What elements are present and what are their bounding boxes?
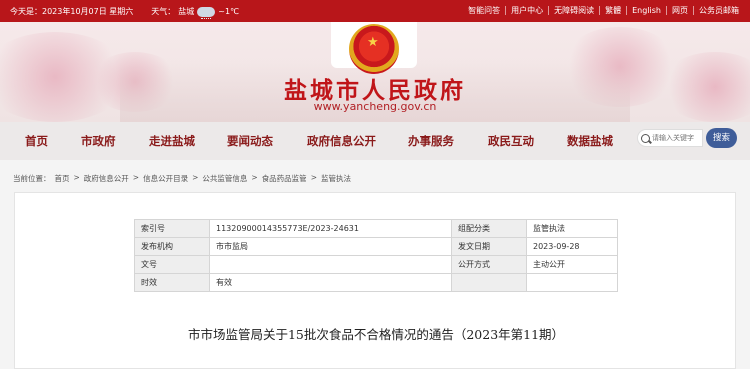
top-links: 智能问答 用户中心 无障碍阅读 繁體 English 网页 公务员邮箱 [463, 5, 744, 16]
nav-item-city-government[interactable]: 市政府 [81, 133, 116, 149]
table-row: 发布机构 市市监局 发文日期 2023-09-28 [134, 237, 618, 256]
disclosure-method-label: 公开方式 [451, 255, 527, 274]
link-traditional-chinese[interactable]: 繁體 [600, 5, 626, 16]
link-smart-qa[interactable]: 智能问答 [463, 5, 505, 16]
metadata-table: 索引号 11320900014355773E/2023-24631 组配分类 监… [134, 219, 618, 292]
search-input[interactable] [652, 134, 706, 142]
breadcrumb-separator: > [251, 173, 258, 182]
document-number-value [209, 255, 452, 274]
table-row: 索引号 11320900014355773E/2023-24631 组配分类 监… [134, 219, 618, 238]
article-panel: 索引号 11320900014355773E/2023-24631 组配分类 监… [14, 192, 736, 369]
table-row: 时效 有效 [134, 273, 618, 292]
nav-item-home[interactable]: 首页 [25, 133, 48, 149]
validity-label: 时效 [134, 273, 210, 292]
main-nav: 首页 市政府 走进盐城 要闻动态 政府信息公开 办事服务 政民互动 数据盐城 搜… [0, 122, 750, 160]
breadcrumb-label: 当前位置： [13, 174, 51, 183]
breadcrumb-regulatory-info[interactable]: 公共监管信息 [202, 173, 247, 184]
search-button[interactable]: 搜索 [706, 128, 737, 148]
empty-value [526, 273, 618, 292]
table-row: 文号 公开方式 主动公开 [134, 255, 618, 274]
breadcrumb-separator: > [310, 173, 317, 182]
nav-item-services[interactable]: 办事服务 [408, 133, 454, 149]
breadcrumb-info-disclosure[interactable]: 政府信息公开 [84, 173, 129, 184]
site-domain: www.yancheng.gov.cn [313, 100, 437, 113]
index-number-label: 索引号 [134, 219, 210, 238]
link-user-center[interactable]: 用户中心 [506, 5, 548, 16]
link-english[interactable]: English [627, 6, 666, 15]
breadcrumb: 当前位置： 首页 > 政府信息公开 > 信息公开目录 > 公共监管信息 > 食品… [13, 173, 351, 184]
category-value: 监管执法 [526, 219, 618, 238]
weather-temp: ~1℃ [218, 7, 240, 16]
link-webpage[interactable]: 网页 [667, 5, 693, 16]
top-bar: 今天是：2023年10月07日 星期六 天气： 盐城 ~1℃ 智能问答 用户中心… [0, 0, 750, 22]
nav-item-news[interactable]: 要闻动态 [227, 133, 273, 149]
category-label: 组配分类 [451, 219, 527, 238]
weather: 天气： 盐城 ~1℃ [151, 6, 240, 19]
national-emblem-icon: ★ [349, 24, 399, 74]
issue-date-value: 2023-09-28 [526, 237, 618, 256]
nav-item-info-disclosure[interactable]: 政府信息公开 [307, 133, 376, 149]
search-box [637, 129, 706, 147]
weather-label: 天气： [151, 7, 176, 16]
link-accessible-reading[interactable]: 无障碍阅读 [549, 5, 599, 16]
publisher-value: 市市监局 [209, 237, 452, 256]
header-banner: ★ 盐城市人民政府 www.yancheng.gov.cn [0, 22, 750, 122]
breadcrumb-enforcement[interactable]: 监管执法 [321, 173, 351, 184]
search-icon [641, 133, 650, 143]
breadcrumb-separator: > [192, 173, 199, 182]
empty-label [451, 273, 527, 292]
disclosure-method-value: 主动公开 [526, 255, 618, 274]
today-date: 今天是：2023年10月07日 星期六 [10, 7, 134, 16]
validity-value: 有效 [209, 273, 452, 292]
nav-item-explore-yancheng[interactable]: 走进盐城 [149, 133, 195, 149]
date-weather: 今天是：2023年10月07日 星期六 天气： 盐城 ~1℃ [10, 6, 240, 19]
nav-item-data-yancheng[interactable]: 数据盐城 [567, 133, 613, 149]
breadcrumb-separator: > [73, 173, 80, 182]
breadcrumb-food-drug[interactable]: 食品药品监管 [262, 173, 307, 184]
document-number-label: 文号 [134, 255, 210, 274]
breadcrumb-separator: > [132, 173, 140, 182]
rain-cloud-icon [197, 6, 216, 19]
weather-city: 盐城 [178, 7, 195, 16]
breadcrumb-home[interactable]: 首页 [55, 173, 70, 184]
issue-date-label: 发文日期 [451, 237, 527, 256]
breadcrumb-catalog[interactable]: 信息公开目录 [143, 173, 188, 184]
document-title: 市市场监管局关于15批次食品不合格情况的通告（2023年第11期） [187, 327, 565, 342]
link-civil-servant-mail[interactable]: 公务员邮箱 [694, 5, 744, 16]
publisher-label: 发布机构 [134, 237, 210, 256]
index-number-value: 11320900014355773E/2023-24631 [209, 219, 452, 238]
nav-item-interaction[interactable]: 政民互动 [488, 133, 534, 149]
page: 今天是：2023年10月07日 星期六 天气： 盐城 ~1℃ 智能问答 用户中心… [0, 0, 750, 369]
